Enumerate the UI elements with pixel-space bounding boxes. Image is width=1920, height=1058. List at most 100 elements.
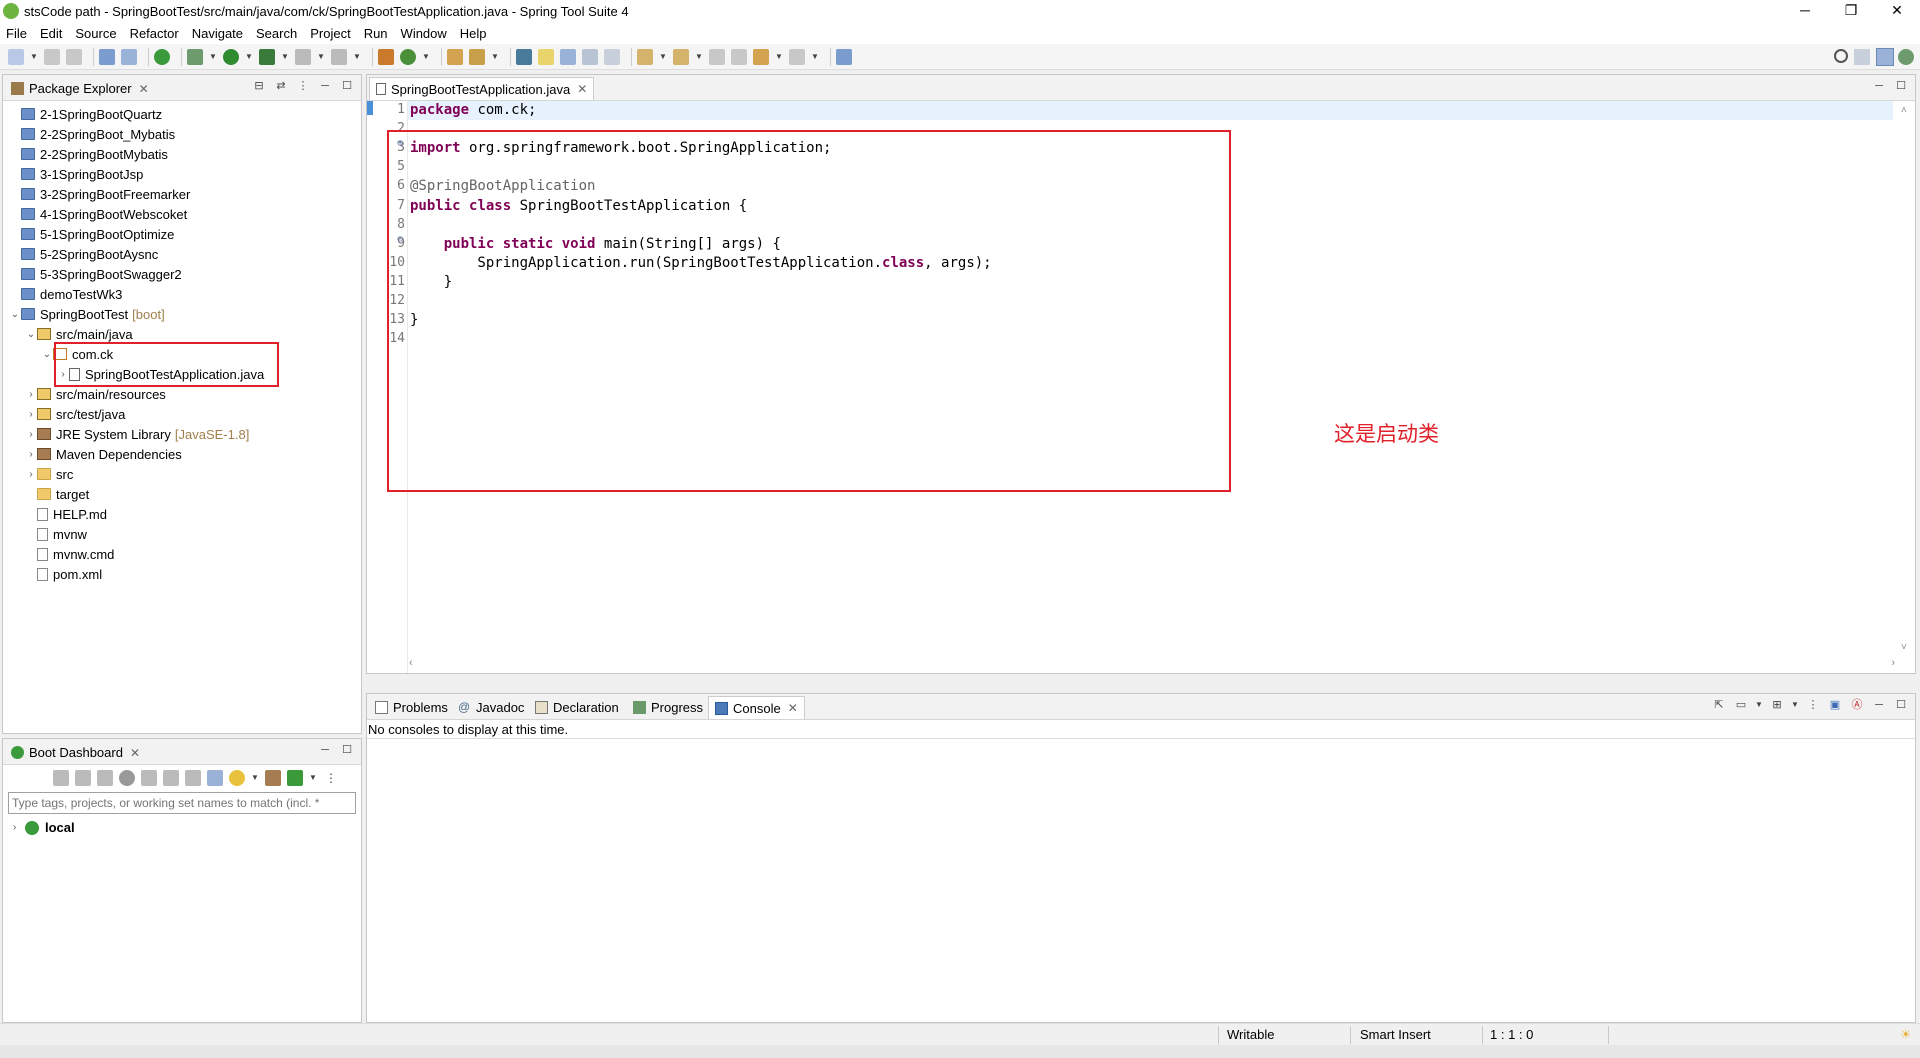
back-icon[interactable] xyxy=(753,48,769,65)
tree-item[interactable]: 5-1SpringBootOptimize xyxy=(9,224,174,244)
chevron-down-icon[interactable]: ⌄ xyxy=(9,309,21,320)
new-java-project-icon[interactable] xyxy=(378,48,394,65)
collapse-all-icon[interactable]: ⊟ xyxy=(251,80,267,94)
chevron-down-icon[interactable]: ▼ xyxy=(309,770,317,786)
debug-icon[interactable] xyxy=(75,770,91,786)
tab-editor-file[interactable]: SpringBootTestApplication.java ✕ xyxy=(369,77,595,100)
chevron-down-icon[interactable]: ▼ xyxy=(422,49,430,65)
tree-item[interactable]: 5-2SpringBootAysnc xyxy=(9,244,158,264)
open-console-icon[interactable] xyxy=(141,770,157,786)
close-icon[interactable]: ✕ xyxy=(577,82,587,96)
chevron-down-icon[interactable]: ▼ xyxy=(659,49,667,65)
tree-item[interactable]: pom.xml xyxy=(25,564,102,584)
chevron-down-icon[interactable]: ▼ xyxy=(353,49,361,65)
next-annotation-icon[interactable] xyxy=(637,48,653,65)
tree-item[interactable]: 2-2SpringBoot_Mybatis xyxy=(9,124,175,144)
chevron-right-icon[interactable]: › xyxy=(13,822,25,833)
chevron-down-icon[interactable]: ▼ xyxy=(811,49,819,65)
chevron-down-icon[interactable]: ▼ xyxy=(30,49,38,65)
search-icon[interactable] xyxy=(1834,49,1848,63)
chevron-down-icon[interactable]: ▼ xyxy=(1791,699,1799,713)
chevron-down-icon[interactable]: ▼ xyxy=(281,49,289,65)
chevron-right-icon[interactable]: › xyxy=(25,469,37,480)
lightbulb-icon[interactable] xyxy=(229,770,245,786)
view-menu-icon[interactable]: ⋮ xyxy=(295,80,311,94)
menu-help[interactable]: Help xyxy=(460,26,487,41)
chevron-right-icon[interactable]: › xyxy=(25,409,37,420)
edit-icon[interactable] xyxy=(185,770,201,786)
debug-icon[interactable] xyxy=(187,48,203,65)
boot-dashboard-icon[interactable] xyxy=(154,48,170,65)
tree-item[interactable]: demoTestWk3 xyxy=(9,284,122,304)
tree-item[interactable]: mvnw xyxy=(25,524,87,544)
stop-icon[interactable] xyxy=(295,48,311,65)
close-icon[interactable]: ✕ xyxy=(130,746,140,760)
open-console-icon[interactable]: ⊞ xyxy=(1769,699,1785,713)
tab-problems[interactable]: Problems xyxy=(369,696,454,719)
chevron-down-icon[interactable]: ⌄ xyxy=(25,329,37,340)
start-icon[interactable] xyxy=(53,770,69,786)
tree-item[interactable]: target xyxy=(25,484,89,504)
last-edit-location-icon[interactable] xyxy=(709,48,725,65)
tab-console[interactable]: Console ✕ xyxy=(708,696,805,719)
open-type-icon[interactable] xyxy=(447,48,463,65)
forward-edit-icon[interactable] xyxy=(731,48,747,65)
tree-item[interactable]: 5-3SpringBootSwagger2 xyxy=(9,264,182,284)
open-console-icon[interactable] xyxy=(99,48,115,65)
menu-run[interactable]: Run xyxy=(364,26,388,41)
tree-item[interactable]: 2-1SpringBootQuartz xyxy=(9,104,162,124)
new-console-icon[interactable]: ▣ xyxy=(1827,699,1843,713)
menu-source[interactable]: Source xyxy=(75,26,116,41)
minimize-view-icon[interactable]: ─ xyxy=(317,80,333,94)
new-icon[interactable] xyxy=(8,48,24,65)
tab-declaration[interactable]: Declaration xyxy=(529,696,625,719)
chevron-right-icon[interactable]: › xyxy=(25,449,37,460)
open-browser-icon[interactable] xyxy=(119,770,135,786)
save-all-icon[interactable] xyxy=(66,48,82,65)
columns-icon[interactable] xyxy=(207,770,223,786)
relaunch-icon[interactable] xyxy=(331,48,347,65)
debug-perspective-icon[interactable] xyxy=(1898,49,1914,65)
code-line[interactable]: 1 package com.ck; xyxy=(367,102,1915,121)
add-icon[interactable] xyxy=(287,770,303,786)
chevron-down-icon[interactable]: ▼ xyxy=(695,49,703,65)
menu-search[interactable]: Search xyxy=(256,26,297,41)
chevron-down-icon[interactable]: ⌄ xyxy=(41,349,53,360)
maximize-view-icon[interactable]: ☐ xyxy=(339,80,355,94)
restore-button[interactable]: ❐ xyxy=(1828,0,1874,22)
tree-item[interactable]: ⌄ src/main/java xyxy=(25,324,133,344)
chevron-right-icon[interactable]: › xyxy=(25,429,37,440)
search-tools-icon[interactable] xyxy=(469,48,485,65)
tree-item[interactable]: › src xyxy=(25,464,73,484)
tree-item[interactable]: › src/main/resources xyxy=(25,384,165,404)
chevron-down-icon[interactable]: ▼ xyxy=(317,49,325,65)
pin-editor-icon[interactable] xyxy=(836,48,852,65)
save-icon[interactable] xyxy=(44,48,60,65)
close-icon[interactable]: ✕ xyxy=(788,701,798,715)
menu-edit[interactable]: Edit xyxy=(40,26,62,41)
tab-boot-dashboard[interactable]: Boot Dashboard ✕ xyxy=(5,741,147,764)
open-perspective-icon[interactable] xyxy=(1854,49,1870,65)
menu-navigate[interactable]: Navigate xyxy=(192,26,243,41)
sts-icon[interactable]: Ⓐ xyxy=(1849,699,1865,713)
tree-item[interactable]: › src/test/java xyxy=(25,404,125,424)
tree-item[interactable]: › JRE System Library [JavaSE-1.8] xyxy=(25,424,249,444)
java-perspective-icon[interactable] xyxy=(1876,48,1894,66)
menu-project[interactable]: Project xyxy=(310,26,350,41)
view-menu-icon[interactable]: ⋮ xyxy=(1805,699,1821,713)
new-java-class-icon[interactable] xyxy=(400,48,416,65)
menu-file[interactable]: File xyxy=(6,26,27,41)
view-menu-icon[interactable]: ⋮ xyxy=(323,770,339,786)
scroll-up-icon[interactable]: ˄ xyxy=(1901,105,1907,116)
tree-item[interactable]: ⌄ SpringBootTest [boot] xyxy=(9,304,165,324)
menu-window[interactable]: Window xyxy=(401,26,447,41)
tab-progress[interactable]: Progress xyxy=(627,696,710,719)
pin-console-icon[interactable]: ⇱ xyxy=(1711,699,1727,713)
run-external-tools-icon[interactable] xyxy=(259,48,275,65)
boot-filter-input[interactable] xyxy=(8,792,356,814)
menu-refactor[interactable]: Refactor xyxy=(130,26,179,41)
mark-occurrences-icon[interactable] xyxy=(538,48,554,65)
lightbulb-icon[interactable]: ☀ xyxy=(1900,1027,1912,1043)
minimize-view-icon[interactable]: ─ xyxy=(317,744,333,758)
chevron-down-icon[interactable]: ▼ xyxy=(245,49,253,65)
